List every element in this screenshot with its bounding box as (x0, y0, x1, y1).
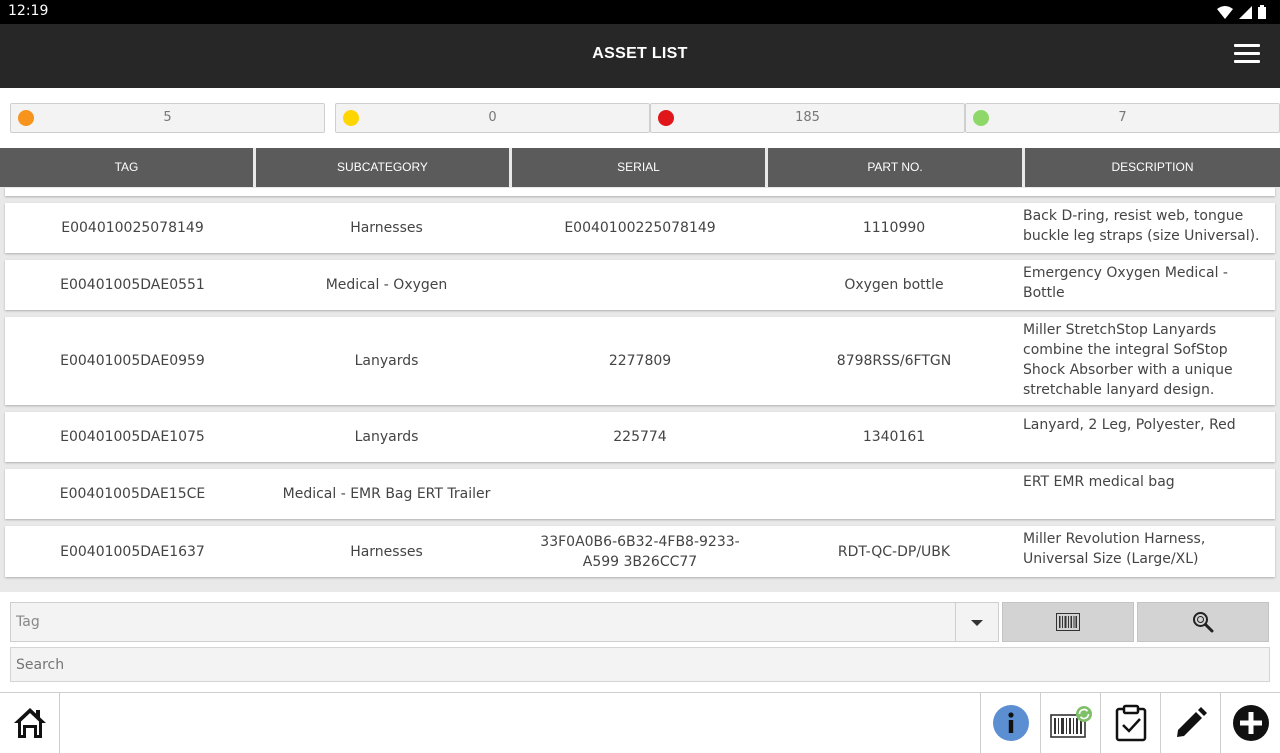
cell-tag: E00401005DAE0959 (60, 353, 205, 369)
wifi-icon (1217, 5, 1233, 19)
column-header-serial[interactable]: SERIAL (512, 148, 765, 187)
table-row[interactable]: E00401005DAE0551 Medical - Oxygen Oxygen… (5, 260, 1275, 310)
dropdown-toggle[interactable] (955, 603, 998, 641)
counter-red[interactable]: 185 (650, 103, 965, 133)
cell-description: Back D-ring, resist web, tongue buckle l… (1023, 208, 1260, 244)
info-button[interactable] (980, 693, 1040, 753)
column-header-subcategory[interactable]: SUBCATEGORY (256, 148, 509, 187)
pencil-icon (1176, 707, 1207, 737)
counter-value: 5 (163, 110, 172, 125)
caret-down-icon (971, 620, 983, 626)
cell-tag: E00401005DAE1075 (60, 429, 205, 445)
barcode-sync-icon (1049, 706, 1092, 738)
status-bar: 12:19 (0, 0, 1280, 24)
cell-serial: 33F0A0B6-6B32-4FB8-9233-A599 3B26CC77 (540, 533, 740, 570)
table-row[interactable]: E004010025078149 Harnesses E004010022507… (5, 203, 1275, 253)
search-area: Tag (0, 592, 1280, 692)
scan-barcode-button[interactable] (1002, 602, 1134, 642)
table-row[interactable]: E00401005DAE1075 Lanyards 225774 1340161… (5, 412, 1275, 462)
tag-placeholder: Tag (16, 614, 40, 630)
cell-tag: E00401005DAE15CE (59, 486, 206, 502)
table-row-partial[interactable] (5, 188, 1275, 196)
counter-yellow[interactable]: 0 (335, 103, 650, 133)
add-button[interactable] (1220, 693, 1280, 753)
cell-description: Miller Revolution Harness, Universal Siz… (1023, 531, 1206, 567)
counter-value: 7 (1118, 110, 1127, 125)
cell-description: ERT EMR medical bag (1023, 474, 1175, 490)
counter-orange[interactable]: 5 (10, 103, 325, 133)
page-title: ASSET LIST (592, 45, 688, 62)
add-circle-icon (1232, 705, 1269, 741)
barcode-icon (1056, 613, 1080, 631)
bottom-nav (0, 692, 1280, 753)
cell-tag: E004010025078149 (61, 220, 204, 236)
counter-green[interactable]: 7 (965, 103, 1280, 133)
cell-part-no: Oxygen bottle (844, 277, 944, 293)
magnifier-icon (1193, 612, 1214, 633)
app-bar: ASSET LIST (0, 24, 1280, 88)
column-header-tag[interactable]: TAG (0, 148, 253, 187)
cell-part-no: 1110990 (862, 220, 926, 236)
home-icon (13, 708, 46, 738)
cell-serial (513, 260, 767, 310)
tag-select[interactable]: Tag (10, 602, 999, 642)
checklist-button[interactable] (1100, 693, 1160, 753)
cell-tag: E00401005DAE1637 (60, 543, 205, 560)
column-header-description[interactable]: DESCRIPTION (1025, 148, 1280, 187)
battery-icon (1258, 5, 1266, 19)
clipboard-check-icon (1115, 704, 1146, 742)
cell-serial: 2277809 (608, 353, 672, 369)
cell-part-no: RDT-QC-DP/UBK (837, 543, 951, 560)
table-row[interactable]: E00401005DAE1637 Harnesses 33F0A0B6-6B32… (5, 526, 1275, 577)
counter-value: 0 (488, 110, 497, 125)
cell-subcategory: Lanyards (354, 429, 419, 445)
cell-tag: E00401005DAE0551 (60, 277, 205, 293)
signal-icon (1239, 5, 1252, 19)
table-row[interactable]: E00401005DAE15CE Medical - EMR Bag ERT T… (5, 469, 1275, 519)
cell-subcategory: Harnesses (350, 220, 423, 236)
edit-button[interactable] (1160, 693, 1220, 753)
cell-part-no: 1340161 (862, 429, 926, 445)
cell-serial: 225774 (613, 429, 667, 445)
menu-icon[interactable] (1234, 44, 1260, 66)
status-counters: 5 0 185 7 (0, 88, 1280, 148)
home-button[interactable] (0, 693, 60, 753)
status-time: 12:19 (8, 3, 49, 19)
cell-subcategory: Medical - EMR Bag ERT Trailer (282, 486, 491, 502)
cell-subcategory: Medical - Oxygen (325, 277, 448, 293)
cell-description: Lanyard, 2 Leg, Polyester, Red (1023, 417, 1236, 433)
barcode-sync-button[interactable] (1040, 693, 1100, 753)
cell-description: Emergency Oxygen Medical - Bottle (1023, 265, 1228, 301)
status-icons (1217, 4, 1266, 20)
table-row[interactable]: E00401005DAE0959 Lanyards 2277809 8798RS… (5, 317, 1275, 405)
cell-subcategory: Harnesses (350, 543, 423, 560)
cell-part-no: 8798RSS/6FTGN (836, 353, 952, 369)
cell-serial: E0040100225078149 (564, 220, 716, 236)
column-header-part-no[interactable]: PART NO. (768, 148, 1022, 187)
search-button[interactable] (1137, 602, 1269, 642)
info-icon (992, 705, 1029, 741)
counter-value: 185 (795, 110, 820, 125)
table-header: TAG SUBCATEGORY SERIAL PART NO. DESCRIPT… (0, 148, 1280, 188)
cell-subcategory: Lanyards (354, 353, 419, 369)
asset-list[interactable]: E004010025078149 Harnesses E004010022507… (0, 188, 1280, 592)
cell-description: Miller StretchStop Lanyards combine the … (1023, 322, 1233, 398)
cell-serial (513, 469, 767, 519)
cell-part-no (767, 469, 1021, 519)
search-input[interactable] (10, 647, 1270, 682)
